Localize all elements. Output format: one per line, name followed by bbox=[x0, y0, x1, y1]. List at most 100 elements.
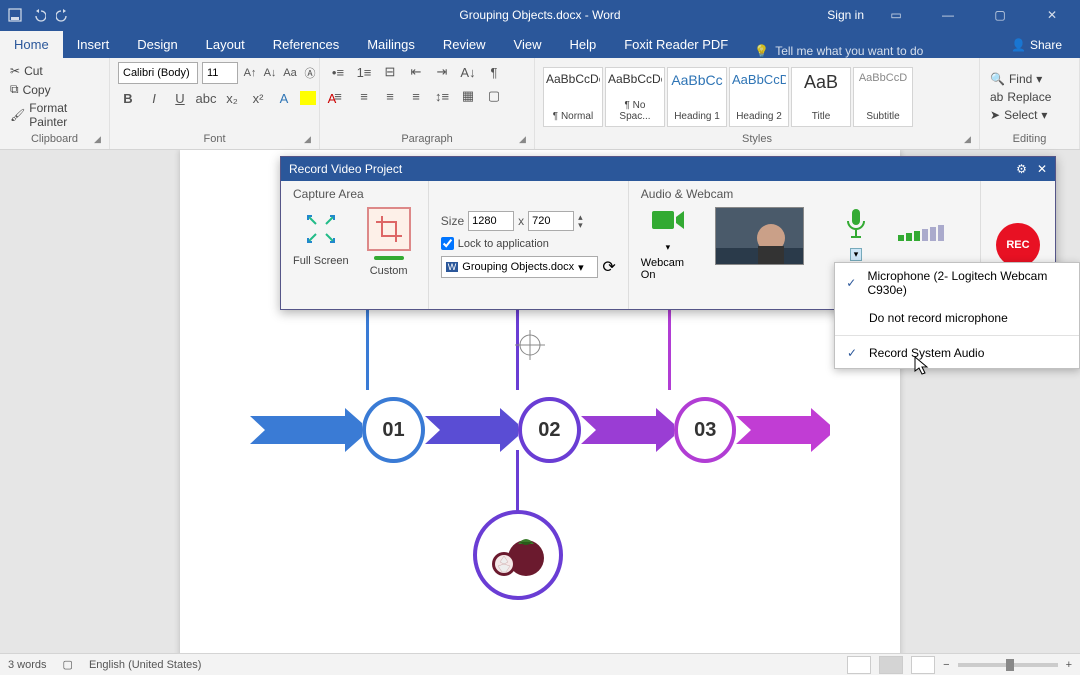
bullets-icon[interactable]: •≡ bbox=[328, 62, 348, 82]
tab-review[interactable]: Review bbox=[429, 31, 500, 58]
numbering-icon[interactable]: 1≡ bbox=[354, 62, 374, 82]
tab-mailings[interactable]: Mailings bbox=[353, 31, 429, 58]
shrink-font-icon[interactable]: A↓ bbox=[262, 63, 278, 83]
styles-gallery[interactable]: AaBbCcDc¶ Normal AaBbCcDc¶ No Spac... Aa… bbox=[543, 67, 913, 127]
close-icon[interactable]: ✕ bbox=[1037, 162, 1047, 176]
minimize-icon[interactable]: — bbox=[928, 0, 968, 30]
custom-button[interactable]: Custom bbox=[367, 207, 411, 277]
styles-launcher-icon[interactable]: ◢ bbox=[964, 134, 976, 146]
find-button[interactable]: 🔍Find▾ bbox=[988, 71, 1053, 87]
clipboard-launcher-icon[interactable]: ◢ bbox=[94, 134, 106, 146]
font-launcher-icon[interactable]: ◢ bbox=[304, 134, 316, 146]
dialog-titlebar[interactable]: Record Video Project ⚙ ✕ bbox=[281, 157, 1055, 181]
undo-icon[interactable] bbox=[32, 8, 46, 22]
text-effects-icon[interactable]: A bbox=[274, 88, 294, 108]
sort-icon[interactable]: A↓ bbox=[458, 62, 478, 82]
redo-icon[interactable] bbox=[56, 8, 70, 22]
microphone-icon[interactable] bbox=[844, 207, 868, 244]
grow-font-icon[interactable]: A↑ bbox=[242, 63, 258, 83]
mic-option[interactable]: ✓ Microphone (2- Logitech Webcam C930e) bbox=[835, 263, 1079, 303]
style-nospacing[interactable]: AaBbCcDc¶ No Spac... bbox=[605, 67, 665, 127]
tab-foxit[interactable]: Foxit Reader PDF bbox=[610, 31, 742, 58]
web-layout-icon[interactable] bbox=[911, 656, 935, 674]
select-button[interactable]: ➤Select▾ bbox=[988, 107, 1053, 123]
format-painter-button[interactable]: 🖌Format Painter bbox=[8, 100, 101, 130]
status-bar: 3 words ▢ English (United States) − + bbox=[0, 653, 1080, 675]
copy-button[interactable]: ⧉Copy bbox=[8, 81, 101, 98]
webcam-icon[interactable] bbox=[650, 207, 686, 238]
highlight-icon[interactable] bbox=[300, 91, 316, 105]
process-smartart[interactable]: 01 02 03 bbox=[250, 390, 830, 470]
signin-link[interactable]: Sign in bbox=[827, 8, 864, 22]
increase-indent-icon[interactable]: ⇥ bbox=[432, 62, 452, 82]
refresh-icon[interactable]: ⟳ bbox=[602, 257, 615, 277]
nomic-option[interactable]: Do not record microphone bbox=[835, 303, 1079, 333]
lock-checkbox[interactable]: Lock to application bbox=[441, 237, 616, 250]
strike-icon[interactable]: abc bbox=[196, 88, 216, 108]
maximize-icon[interactable]: ▢ bbox=[980, 0, 1020, 30]
style-heading2[interactable]: AaBbCcDHeading 2 bbox=[729, 67, 789, 127]
paragraph-launcher-icon[interactable]: ◢ bbox=[519, 134, 531, 146]
tab-help[interactable]: Help bbox=[555, 31, 610, 58]
gear-icon[interactable]: ⚙ bbox=[1016, 162, 1027, 176]
record-button[interactable]: REC bbox=[996, 223, 1040, 267]
style-subtitle[interactable]: AaBbCcDSubtitle bbox=[853, 67, 913, 127]
cut-button[interactable]: ✂Cut bbox=[8, 63, 101, 79]
zoom-out-icon[interactable]: − bbox=[943, 659, 949, 671]
align-left-icon[interactable]: ≡ bbox=[328, 86, 348, 106]
line-spacing-icon[interactable]: ↕≡ bbox=[432, 86, 452, 106]
spellcheck-icon[interactable]: ▢ bbox=[63, 658, 73, 671]
underline-icon[interactable]: U bbox=[170, 88, 190, 108]
title-bar: Grouping Objects.docx - Word Sign in ▭ —… bbox=[0, 0, 1080, 30]
system-audio-option[interactable]: ✓ Record System Audio bbox=[835, 338, 1079, 368]
language-status[interactable]: English (United States) bbox=[89, 659, 202, 671]
superscript-icon[interactable]: x² bbox=[248, 88, 268, 108]
tab-home[interactable]: Home bbox=[0, 31, 63, 58]
bold-icon[interactable]: B bbox=[118, 88, 138, 108]
lock-checkbox-input[interactable] bbox=[441, 237, 454, 250]
print-layout-icon[interactable] bbox=[879, 656, 903, 674]
show-marks-icon[interactable]: ¶ bbox=[484, 62, 504, 82]
change-case-icon[interactable]: Aa bbox=[282, 63, 298, 83]
shading-icon[interactable]: ▦ bbox=[458, 86, 478, 106]
height-input[interactable] bbox=[528, 211, 574, 231]
spinner-icon[interactable]: ▴▾ bbox=[578, 213, 583, 229]
fullscreen-button[interactable]: Full Screen bbox=[293, 207, 349, 267]
style-title[interactable]: AaBTitle bbox=[791, 67, 851, 127]
font-name-input[interactable] bbox=[118, 62, 198, 84]
style-normal[interactable]: AaBbCcDc¶ Normal bbox=[543, 67, 603, 127]
tell-me-search[interactable]: 💡 Tell me what you want to do bbox=[754, 44, 923, 58]
zoom-in-icon[interactable]: + bbox=[1066, 659, 1072, 671]
align-right-icon[interactable]: ≡ bbox=[380, 86, 400, 106]
align-center-icon[interactable]: ≡ bbox=[354, 86, 374, 106]
ribbon-options-icon[interactable]: ▭ bbox=[876, 0, 916, 30]
zoom-slider[interactable] bbox=[958, 663, 1058, 667]
tab-design[interactable]: Design bbox=[123, 31, 191, 58]
tab-references[interactable]: References bbox=[259, 31, 353, 58]
subscript-icon[interactable]: x₂ bbox=[222, 88, 242, 108]
font-size-input[interactable] bbox=[202, 62, 238, 84]
app-select[interactable]: W Grouping Objects.docx ▾ bbox=[441, 256, 599, 278]
x-label: x bbox=[518, 214, 524, 228]
justify-icon[interactable]: ≡ bbox=[406, 86, 426, 106]
read-mode-icon[interactable] bbox=[847, 656, 871, 674]
image-circle[interactable] bbox=[473, 510, 563, 600]
decrease-indent-icon[interactable]: ⇤ bbox=[406, 62, 426, 82]
style-heading1[interactable]: AaBbCcHeading 1 bbox=[667, 67, 727, 127]
zoom-thumb[interactable] bbox=[1006, 659, 1014, 671]
save-icon[interactable] bbox=[8, 8, 22, 22]
word-count[interactable]: 3 words bbox=[8, 659, 47, 671]
share-button[interactable]: 👤 Share bbox=[1003, 32, 1070, 58]
tab-layout[interactable]: Layout bbox=[192, 31, 259, 58]
tab-insert[interactable]: Insert bbox=[63, 31, 124, 58]
tab-view[interactable]: View bbox=[500, 31, 556, 58]
borders-icon[interactable]: ▢ bbox=[484, 86, 504, 106]
chevron-down-icon[interactable]: ▾ bbox=[850, 248, 863, 261]
close-icon[interactable]: ✕ bbox=[1032, 0, 1072, 30]
multilevel-icon[interactable]: ⊟ bbox=[380, 62, 400, 82]
clear-format-icon[interactable]: Ⓐ bbox=[302, 63, 318, 83]
width-input[interactable] bbox=[468, 211, 514, 231]
replace-button[interactable]: abReplace bbox=[988, 89, 1053, 105]
chevron-down-icon[interactable]: ▾ bbox=[666, 242, 671, 253]
italic-icon[interactable]: I bbox=[144, 88, 164, 108]
